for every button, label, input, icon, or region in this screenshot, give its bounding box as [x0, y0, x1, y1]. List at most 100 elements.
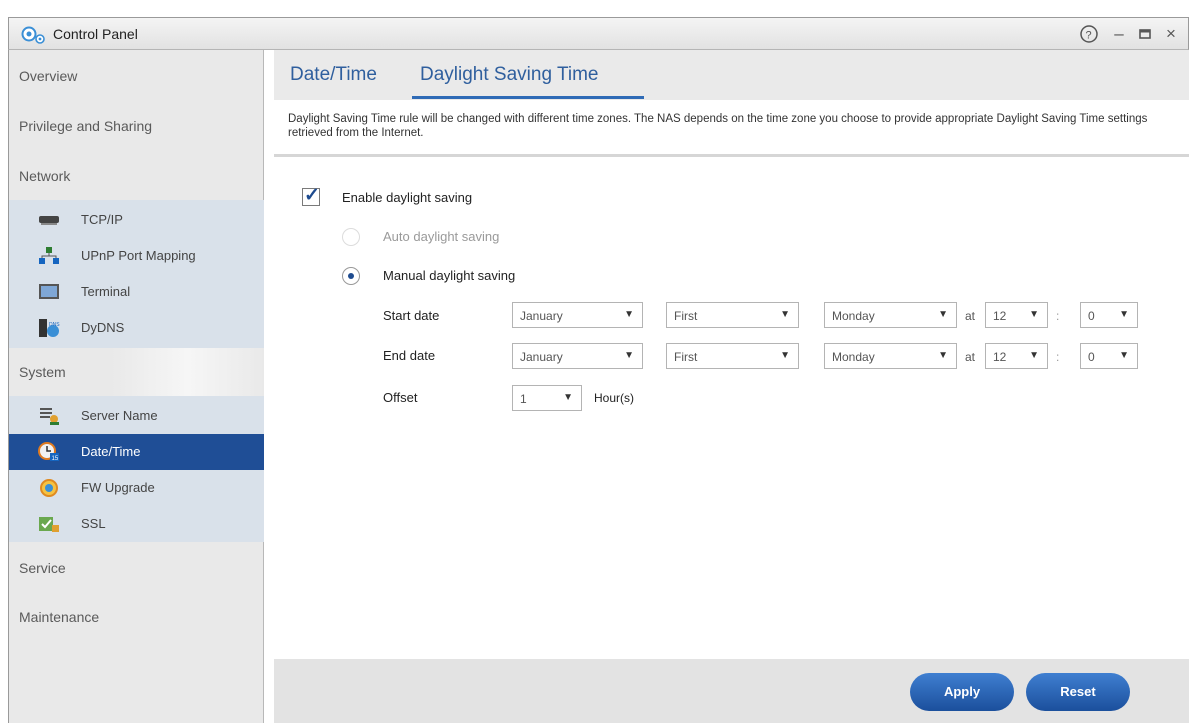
help-icon[interactable]: ? — [1077, 22, 1101, 46]
sidebar-item-date-time[interactable]: 15 Date/Time — [9, 434, 264, 470]
dydns-server-icon: DNS — [39, 319, 60, 337]
sidebar-item-fw-upgrade[interactable]: FW Upgrade — [9, 470, 264, 506]
footer-bar: Apply Reset — [274, 659, 1189, 723]
network-card-icon — [39, 216, 59, 225]
description-text: Daylight Saving Time rule will be change… — [288, 113, 1148, 139]
radio-selected-dot — [348, 273, 354, 279]
window-border — [8, 50, 9, 723]
sidebar-item-tcpip[interactable]: TCP/IP — [9, 202, 264, 238]
main-panel: Date/Time Daylight Saving Time Daylight … — [264, 50, 1189, 723]
select-value: January — [520, 350, 563, 364]
end-day-select[interactable]: Monday ▼ — [824, 343, 957, 369]
start-week-select[interactable]: First ▼ — [666, 302, 799, 328]
chevron-down-icon: ▼ — [1119, 309, 1129, 320]
tab-date-time[interactable]: Date/Time — [290, 64, 377, 86]
at-label: at — [965, 350, 976, 364]
window-title: Control Panel — [53, 26, 138, 42]
tab-bar: Date/Time Daylight Saving Time — [274, 50, 1189, 100]
at-label: at — [965, 309, 976, 323]
select-value: Monday — [832, 309, 875, 323]
chevron-down-icon: ▼ — [1119, 350, 1129, 361]
time-separator: : — [1056, 350, 1060, 364]
start-day-select[interactable]: Monday ▼ — [824, 302, 957, 328]
offset-unit-label: Hour(s) — [594, 391, 635, 405]
select-value: 12 — [993, 309, 1007, 323]
sidebar-item-dydns[interactable]: DNS DyDNS — [9, 310, 264, 346]
sidebar-item-label: TCP/IP — [81, 212, 123, 227]
sidebar-item-label: Date/Time — [81, 444, 141, 459]
sidebar-category-privilege[interactable]: Privilege and Sharing — [9, 102, 264, 150]
select-value: 0 — [1088, 309, 1095, 323]
chevron-down-icon: ▼ — [938, 350, 948, 361]
sidebar-item-label: Terminal — [81, 284, 131, 299]
sidebar-item-label: FW Upgrade — [81, 480, 155, 495]
chevron-down-icon: ▼ — [938, 309, 948, 320]
sidebar-item-label: DyDNS — [81, 320, 125, 335]
manual-daylight-saving-label: Manual daylight saving — [383, 268, 516, 283]
sidebar-item-terminal[interactable]: Terminal — [9, 274, 264, 310]
manual-daylight-saving-radio[interactable] — [342, 267, 360, 285]
end-minute-select[interactable]: 0 ▼ — [1080, 343, 1138, 369]
clock-calendar-icon: 15 — [38, 442, 59, 462]
end-week-select[interactable]: First ▼ — [666, 343, 799, 369]
start-minute-select[interactable]: 0 ▼ — [1080, 302, 1138, 328]
select-value: 1 — [520, 392, 527, 406]
system-submenu: Server Name 15 Date/Time FW Upgrade SSL — [9, 396, 264, 542]
apply-button[interactable]: Apply — [910, 673, 1014, 711]
select-value: First — [674, 350, 698, 364]
start-hour-select[interactable]: 12 ▼ — [985, 302, 1048, 328]
start-date-label: Start date — [383, 308, 440, 323]
control-panel-app-icon — [21, 26, 45, 44]
select-value: January — [520, 309, 563, 323]
chevron-down-icon: ▼ — [780, 350, 790, 361]
minimize-icon[interactable]: – — [1107, 22, 1131, 46]
sidebar-item-label: Server Name — [81, 408, 158, 423]
network-submenu: TCP/IP UPnP Port Mapping Terminal DNS Dy… — [9, 200, 264, 348]
enable-daylight-saving-label: Enable daylight saving — [342, 190, 473, 205]
auto-daylight-saving-label: Auto daylight saving — [383, 229, 500, 244]
start-month-select[interactable]: January ▼ — [512, 302, 643, 328]
close-icon[interactable]: × — [1159, 22, 1183, 46]
svg-text:?: ? — [1086, 30, 1092, 42]
sidebar-item-upnp[interactable]: UPnP Port Mapping — [9, 238, 264, 274]
sidebar-category-maintenance[interactable]: Maintenance — [9, 593, 264, 641]
svg-text:15: 15 — [52, 456, 59, 462]
server-name-icon — [40, 408, 59, 425]
ssl-certificate-icon — [39, 517, 59, 532]
end-hour-select[interactable]: 12 ▼ — [985, 343, 1048, 369]
offset-label: Offset — [383, 390, 418, 405]
divider — [274, 154, 1189, 157]
sidebar: Overview Privilege and Sharing Network T… — [8, 50, 264, 723]
chevron-down-icon: ▼ — [624, 309, 634, 320]
maximize-icon[interactable] — [1133, 22, 1157, 46]
upnp-network-icon — [39, 247, 59, 264]
select-value: First — [674, 309, 698, 323]
sidebar-item-label: SSL — [81, 516, 106, 531]
chevron-down-icon: ▼ — [624, 350, 634, 361]
sidebar-item-ssl[interactable]: SSL — [9, 506, 264, 542]
select-value: Monday — [832, 350, 875, 364]
end-date-label: End date — [383, 348, 436, 363]
terminal-icon — [39, 284, 59, 299]
reset-button[interactable]: Reset — [1026, 673, 1130, 711]
sidebar-item-server-name[interactable]: Server Name — [9, 398, 264, 434]
chevron-down-icon: ▼ — [1029, 309, 1039, 320]
tab-daylight-saving-time[interactable]: Daylight Saving Time — [420, 64, 598, 86]
time-separator: : — [1056, 309, 1060, 323]
enable-daylight-saving-checkbox[interactable]: ✓ — [302, 185, 320, 206]
select-value: 0 — [1088, 350, 1095, 364]
auto-daylight-saving-radio[interactable] — [342, 228, 360, 246]
firmware-upgrade-icon — [40, 479, 58, 497]
select-value: 12 — [993, 350, 1007, 364]
sidebar-category-network[interactable]: Network — [9, 152, 264, 200]
end-month-select[interactable]: January ▼ — [512, 343, 643, 369]
control-panel-window: Control Panel ? – × Overview Privilege a… — [0, 0, 1189, 723]
offset-select[interactable]: 1 ▼ — [512, 385, 582, 411]
active-tab-indicator — [412, 96, 644, 99]
title-bar: Control Panel ? – × — [8, 17, 1189, 50]
sidebar-category-service[interactable]: Service — [9, 544, 264, 592]
chevron-down-icon: ▼ — [1029, 350, 1039, 361]
checkmark-icon: ✓ — [304, 185, 320, 206]
sidebar-category-overview[interactable]: Overview — [9, 52, 264, 100]
sidebar-category-system[interactable]: System — [9, 348, 264, 396]
